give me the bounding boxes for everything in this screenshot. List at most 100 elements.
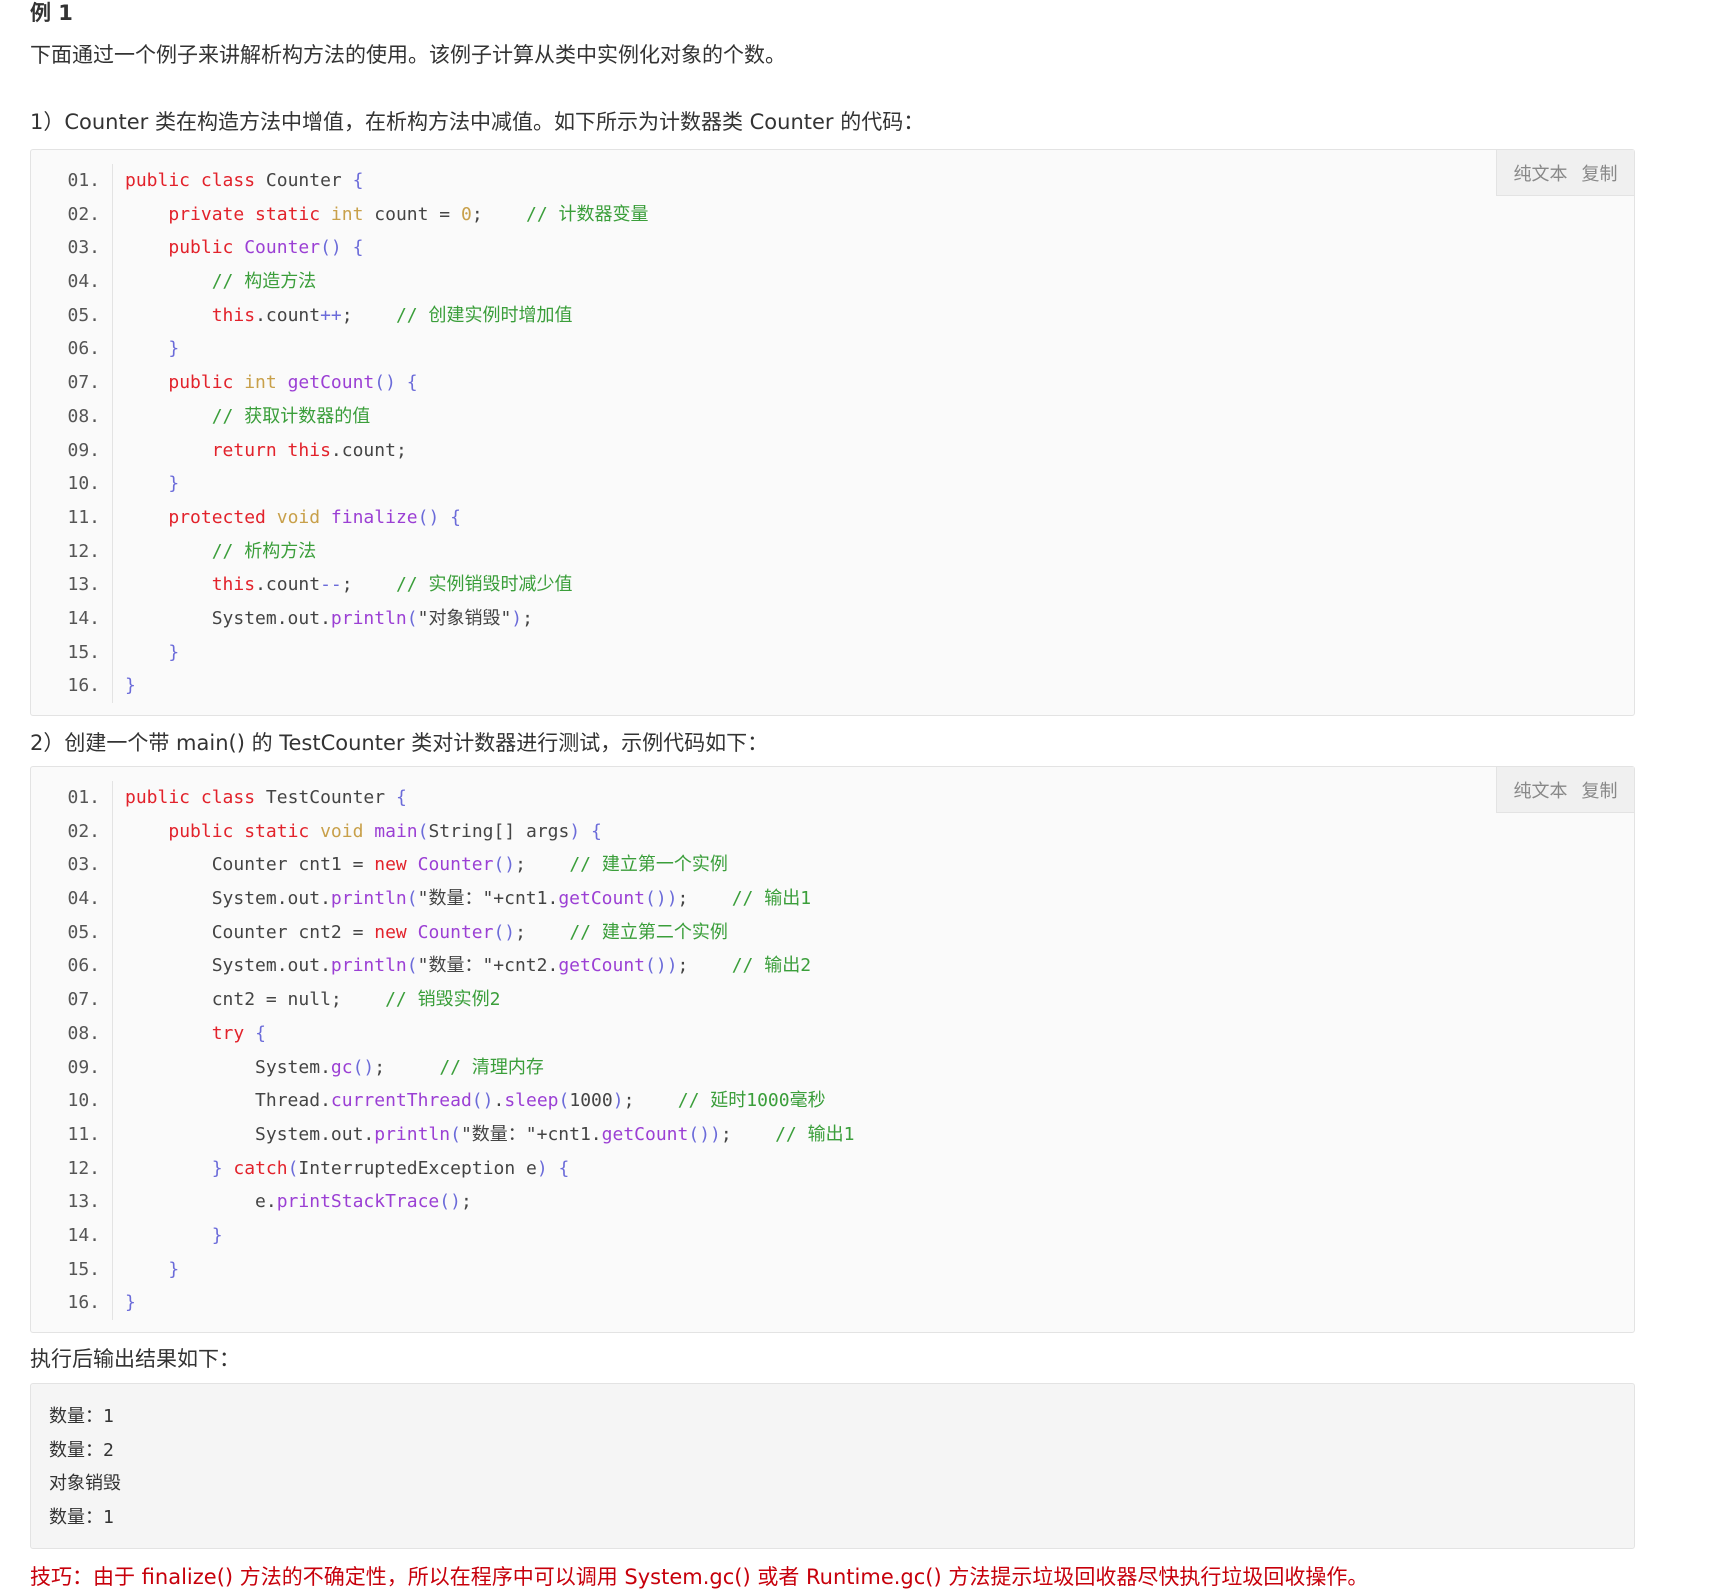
code-line: 16.}	[31, 1286, 1634, 1320]
code-line: 04. System.out.println("数量："+cnt1.getCou…	[31, 882, 1634, 916]
line-number: 09.	[31, 1050, 113, 1085]
code-text: public int getCount() {	[168, 372, 418, 394]
line-number: 01.	[31, 781, 113, 815]
code-text: System.gc(); // 清理内存	[125, 1056, 544, 1078]
code-text: Thread.currentThread().sleep(1000); // 延…	[125, 1090, 826, 1112]
code-text: protected void finalize() {	[168, 506, 461, 528]
line-number: 12.	[31, 1151, 113, 1186]
code-lines: 01. public class TestCounter { 02. public …	[31, 781, 1634, 1320]
line-number: 10.	[31, 467, 113, 501]
code-line: 11. protected void finalize() {	[31, 500, 1634, 535]
code-line: 11. System.out.println("数量："+cnt1.getCou…	[31, 1117, 1634, 1152]
code-line: 13. e.printStackTrace();	[31, 1185, 1634, 1219]
output-label: 执行后输出结果如下：	[30, 1347, 240, 1371]
line-number: 12.	[31, 534, 113, 569]
line-number: 01.	[31, 164, 113, 198]
line-number: 03.	[31, 231, 113, 266]
line-number: 07.	[31, 983, 113, 1017]
line-number: 16.	[31, 669, 113, 703]
code-line: 03. public Counter() {	[31, 231, 1634, 266]
line-number: 14.	[31, 1218, 113, 1253]
line-number: 10.	[31, 1084, 113, 1118]
code-text: private static int count = 0; // 计数器变量	[168, 203, 649, 225]
output-line: 数量：1	[49, 1506, 114, 1528]
line-number: 09.	[31, 433, 113, 468]
code-line: 07. public int getCount() {	[31, 366, 1634, 400]
line-number: 08.	[31, 399, 113, 434]
code-text: public static void main(String[] args) {	[168, 820, 602, 842]
code-text: // 获取计数器的值	[211, 405, 371, 427]
line-number: 05.	[31, 298, 113, 333]
line-number: 06.	[31, 949, 113, 984]
intro-text: 下面通过一个例子来讲解析构方法的使用。该例子计算从类中实例化对象的个数。	[30, 43, 786, 67]
step1-text: 1）Counter 类在构造方法中增值，在析构方法中减值。如下所示为计数器类 C…	[30, 110, 925, 134]
code-line: 05. this.count++; // 创建实例时增加值	[31, 298, 1634, 333]
line-number: 13.	[31, 568, 113, 602]
code-text: this.count--; // 实例销毁时减少值	[211, 574, 573, 596]
code-line: 14. System.out.println("对象销毁");	[31, 601, 1634, 636]
output-line: 对象销毁	[49, 1473, 121, 1494]
code-text: }	[168, 1258, 180, 1280]
code-line: 09. System.gc(); // 清理内存	[31, 1050, 1634, 1085]
line-number: 14.	[31, 601, 113, 636]
code-text: return this.count;	[211, 439, 407, 461]
output-line: 数量：1	[49, 1406, 114, 1427]
code-line: 08. // 获取计数器的值	[31, 399, 1634, 434]
line-number: 15.	[31, 635, 113, 670]
line-number: 16.	[31, 1286, 113, 1320]
code-text: }	[168, 641, 180, 663]
line-number: 06.	[31, 332, 113, 367]
line-number: 13.	[31, 1185, 113, 1219]
code-text: public class TestCounter {	[125, 787, 407, 808]
code-text: try {	[211, 1022, 266, 1044]
example-heading: 例 1	[30, 1, 73, 25]
code-line: 09. return this.count;	[31, 433, 1634, 468]
code-text: }	[168, 473, 180, 495]
line-number: 02.	[31, 814, 113, 849]
code-text: public class Counter {	[125, 170, 364, 191]
code-text: }	[211, 1224, 223, 1246]
line-number: 11.	[31, 1117, 113, 1152]
code-line: 06. System.out.println("数量："+cnt2.getCou…	[31, 949, 1634, 984]
line-number: 04.	[31, 882, 113, 916]
tip-text: 技巧：由于 finalize() 方法的不确定性，所以在程序中可以调用 Syst…	[30, 1565, 1369, 1589]
code-line: 03. Counter cnt1 = new Counter(); // 建立第…	[31, 848, 1634, 883]
code-text: Counter cnt2 = new Counter(); // 建立第二个实例	[125, 921, 728, 943]
step2-text: 2）创建一个带 main() 的 TestCounter 类对计数器进行测试，示…	[30, 731, 769, 755]
code-text: }	[168, 338, 180, 360]
code-text: public Counter() {	[168, 237, 364, 259]
code-line: 05. Counter cnt2 = new Counter(); // 建立第…	[31, 915, 1634, 950]
code-text: // 析构方法	[211, 540, 317, 562]
code-line: 10. Thread.currentThread().sleep(1000); …	[31, 1084, 1634, 1118]
code-line: 02. public static void main(String[] arg…	[31, 814, 1634, 849]
code-line: 02. private static int count = 0; // 计数器…	[31, 197, 1634, 232]
code-text: cnt2 = null; // 销毁实例2	[125, 989, 501, 1011]
code-line: 10. }	[31, 467, 1634, 501]
code-line: 07. cnt2 = null; // 销毁实例2	[31, 983, 1634, 1017]
code-text: // 构造方法	[211, 271, 317, 293]
code-text: System.out.println("数量："+cnt1.getCount()…	[125, 1123, 855, 1145]
code-text: }	[125, 675, 136, 697]
code-text: System.out.println("数量："+cnt2.getCount()…	[125, 955, 812, 977]
line-number: 02.	[31, 197, 113, 232]
code-line: 08. try {	[31, 1016, 1634, 1051]
code-text: }	[125, 1292, 136, 1314]
line-number: 11.	[31, 500, 113, 535]
code-line: 15. }	[31, 1252, 1634, 1287]
code-text: } catch(InterruptedException e) {	[211, 1157, 570, 1179]
output-block: 数量：1 数量：2 对象销毁 数量：1	[30, 1383, 1635, 1549]
line-number: 03.	[31, 848, 113, 883]
code-line: 12. // 析构方法	[31, 534, 1634, 569]
code-text: e.printStackTrace();	[125, 1191, 472, 1213]
code-text: System.out.println("对象销毁");	[125, 607, 533, 629]
code-line: 12. } catch(InterruptedException e) {	[31, 1151, 1634, 1186]
line-number: 05.	[31, 915, 113, 950]
code-line: 15. }	[31, 635, 1634, 670]
line-number: 04.	[31, 265, 113, 299]
code-lines: 01. public class Counter { 02. private sta…	[31, 164, 1634, 703]
code-text: System.out.println("数量："+cnt1.getCount()…	[125, 888, 812, 910]
code-line: 16.}	[31, 669, 1634, 703]
code-line: 06. }	[31, 332, 1634, 367]
code-line: 04. // 构造方法	[31, 265, 1634, 299]
code-line: 01. public class TestCounter {	[31, 781, 1634, 815]
